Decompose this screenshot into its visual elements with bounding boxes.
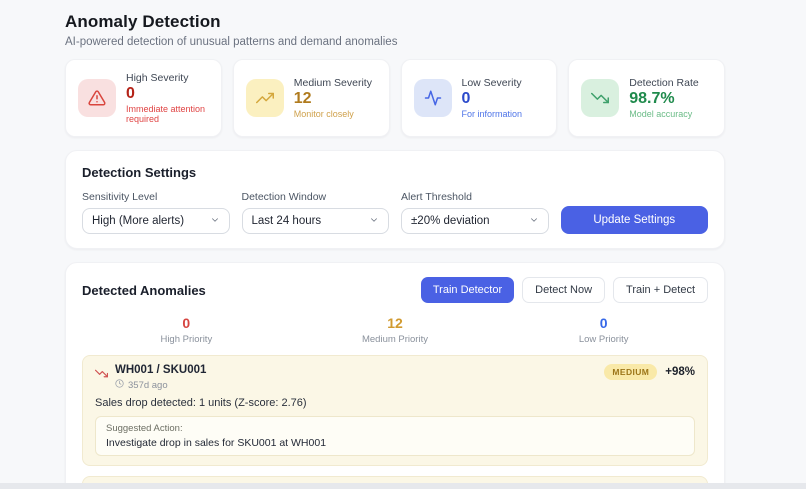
trending-down-icon xyxy=(581,79,619,117)
stat-value: 0 xyxy=(462,90,523,108)
train-detector-button[interactable]: Train Detector xyxy=(421,277,514,303)
sensitivity-field: Sensitivity Level High (More alerts) xyxy=(82,191,230,234)
detection-settings-panel: Detection Settings Sensitivity Level Hig… xyxy=(65,150,725,249)
alert-threshold-select[interactable]: ±20% deviation xyxy=(401,208,549,234)
chevron-down-icon xyxy=(369,215,379,228)
sensitivity-select-value: High (More alerts) xyxy=(92,215,184,227)
high-priority-summary: 0 High Priority xyxy=(82,315,291,345)
stat-subtext: Model accuracy xyxy=(629,109,698,119)
stat-label: Medium Severity xyxy=(294,77,372,89)
chevron-down-icon xyxy=(210,215,220,228)
high-priority-count: 0 xyxy=(82,315,291,331)
page-subtitle: AI-powered detection of unusual patterns… xyxy=(65,36,725,48)
trending-up-icon xyxy=(246,79,284,117)
detected-anomalies-panel: Detected Anomalies Train Detector Detect… xyxy=(65,262,725,489)
anomaly-name: WH001 / SKU001 xyxy=(115,364,206,376)
trending-down-icon xyxy=(95,367,108,391)
anomaly-meta: MEDIUM +98% xyxy=(604,364,695,380)
anomaly-time: 357d ago xyxy=(115,379,206,391)
sensitivity-select[interactable]: High (More alerts) xyxy=(82,208,230,234)
anomaly-identity: WH001 / SKU001 357d ago xyxy=(95,364,206,391)
stat-label: Low Severity xyxy=(462,77,523,89)
suggested-action-label: Suggested Action: xyxy=(106,423,684,434)
anomalies-header: Detected Anomalies Train Detector Detect… xyxy=(82,277,708,303)
activity-icon xyxy=(414,79,452,117)
medium-priority-summary: 12 Medium Priority xyxy=(291,315,500,345)
alert-threshold-field: Alert Threshold ±20% deviation xyxy=(401,191,549,234)
stat-label: High Severity xyxy=(126,72,209,84)
medium-priority-label: Medium Priority xyxy=(291,334,500,345)
detection-window-label: Detection Window xyxy=(242,191,390,203)
stat-label: Detection Rate xyxy=(629,77,698,89)
severity-badge: MEDIUM xyxy=(604,364,657,380)
anomalies-actions: Train Detector Detect Now Train + Detect xyxy=(421,277,708,303)
train-and-detect-button[interactable]: Train + Detect xyxy=(613,277,708,303)
medium-priority-count: 12 xyxy=(291,315,500,331)
anomaly-card-header: WH001 / SKU001 357d ago MEDIUM +98% xyxy=(95,364,695,391)
alert-threshold-select-value: ±20% deviation xyxy=(411,215,490,227)
stat-value: 12 xyxy=(294,90,372,108)
anomaly-card: WH001 / SKU001 357d ago MEDIUM +98% Sale… xyxy=(82,355,708,466)
viewport-bottom-edge xyxy=(0,483,806,489)
stat-card-low-severity: Low Severity 0 For information xyxy=(401,59,558,137)
suggested-action-box: Suggested Action: Investigate drop in sa… xyxy=(95,416,695,456)
alert-threshold-label: Alert Threshold xyxy=(401,191,549,203)
clock-icon xyxy=(115,379,124,391)
stat-card-detection-rate: Detection Rate 98.7% Model accuracy xyxy=(568,59,725,137)
stat-subtext: For information xyxy=(462,109,523,119)
stat-subtext: Monitor closely xyxy=(294,109,372,119)
detection-window-field: Detection Window Last 24 hours xyxy=(242,191,390,234)
sensitivity-label: Sensitivity Level xyxy=(82,191,230,203)
low-priority-label: Low Priority xyxy=(499,334,708,345)
stats-row: High Severity 0 Immediate attention requ… xyxy=(65,59,725,137)
anomaly-change: +98% xyxy=(665,366,695,378)
detect-now-button[interactable]: Detect Now xyxy=(522,277,605,303)
low-priority-summary: 0 Low Priority xyxy=(499,315,708,345)
update-settings-button[interactable]: Update Settings xyxy=(561,206,709,234)
detection-window-select-value: Last 24 hours xyxy=(252,215,322,227)
low-priority-count: 0 xyxy=(499,315,708,331)
settings-grid: Sensitivity Level High (More alerts) Det… xyxy=(82,191,708,234)
stat-value: 0 xyxy=(126,85,209,103)
stat-value: 98.7% xyxy=(629,90,698,108)
main-content: Anomaly Detection AI-powered detection o… xyxy=(65,0,725,489)
alert-triangle-icon xyxy=(78,79,116,117)
page-title: Anomaly Detection xyxy=(65,12,725,32)
stat-card-high-severity: High Severity 0 Immediate attention requ… xyxy=(65,59,222,137)
stat-subtext: Immediate attention required xyxy=(126,104,209,124)
detection-settings-title: Detection Settings xyxy=(82,165,708,180)
stat-card-medium-severity: Medium Severity 12 Monitor closely xyxy=(233,59,390,137)
priority-summary: 0 High Priority 12 Medium Priority 0 Low… xyxy=(82,315,708,345)
high-priority-label: High Priority xyxy=(82,334,291,345)
detection-window-select[interactable]: Last 24 hours xyxy=(242,208,390,234)
anomaly-time-text: 357d ago xyxy=(128,380,168,391)
chevron-down-icon xyxy=(529,215,539,228)
suggested-action-text: Investigate drop in sales for SKU001 at … xyxy=(106,437,684,449)
anomaly-description: Sales drop detected: 1 units (Z-score: 2… xyxy=(95,397,695,409)
detected-anomalies-title: Detected Anomalies xyxy=(82,283,206,298)
